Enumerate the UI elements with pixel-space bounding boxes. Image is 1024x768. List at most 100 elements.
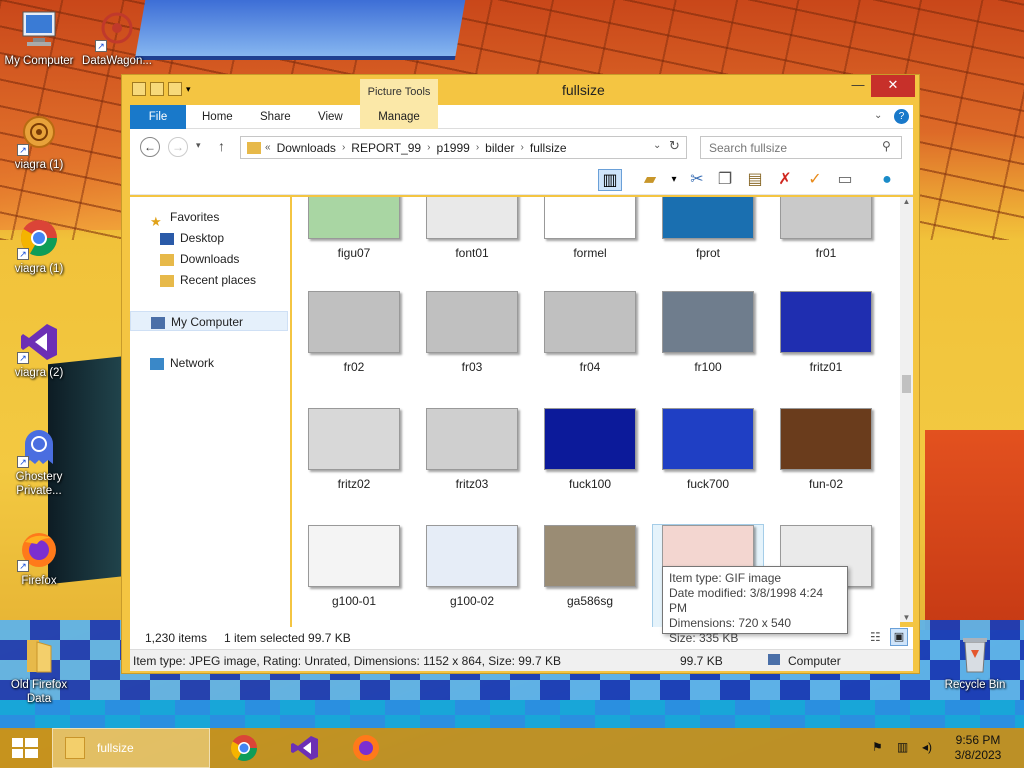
scrollbar-thumb[interactable] bbox=[902, 375, 911, 393]
search-input[interactable]: Search fullsize bbox=[700, 136, 902, 159]
breadcrumb-fullsize[interactable]: fullsize bbox=[530, 141, 567, 155]
delete-icon[interactable]: ✗ bbox=[773, 169, 797, 191]
help-icon[interactable]: ? bbox=[894, 109, 909, 124]
preview-pane-icon[interactable]: ▥ bbox=[598, 169, 622, 191]
network-status-icon[interactable]: ▥ bbox=[897, 740, 908, 754]
nav-favorites[interactable]: ★ Favorites bbox=[150, 207, 308, 229]
details-view-icon[interactable]: ☷ bbox=[870, 630, 881, 644]
breadcrumb-downloads[interactable]: Downloads bbox=[277, 141, 336, 155]
desktop-icon-old-firefox-data[interactable]: Old Firefox Data bbox=[0, 632, 78, 706]
file-item[interactable]: fritz02 bbox=[299, 408, 409, 491]
desktop-icon-label: Recycle Bin bbox=[944, 679, 1006, 691]
taskbar-chrome[interactable] bbox=[224, 728, 264, 768]
file-item[interactable]: fritz03 bbox=[417, 408, 527, 491]
vertical-scrollbar[interactable]: ▲ ▼ bbox=[900, 197, 913, 622]
desktop-icon-label: viagra (1) bbox=[14, 263, 64, 275]
taskbar-firefox[interactable] bbox=[346, 728, 386, 768]
visual-studio-icon: ↗ bbox=[17, 320, 61, 364]
address-field[interactable]: « Downloads › REPORT_99 › p1999 › bilder… bbox=[240, 136, 687, 159]
recent-locations-icon[interactable]: ▾ bbox=[196, 140, 201, 151]
desktop-icon-label: My Computer bbox=[4, 55, 74, 67]
nav-label: Desktop bbox=[180, 231, 225, 245]
desktop-icon-firefox[interactable]: ↗ Firefox bbox=[0, 528, 78, 588]
file-item[interactable]: fr04 bbox=[535, 291, 645, 374]
downloads-folder-icon bbox=[160, 253, 174, 266]
minimize-button[interactable]: — bbox=[843, 75, 873, 97]
desktop-icon-viagra-1[interactable]: ↗ viagra (1) bbox=[0, 112, 78, 172]
chevron-down-icon[interactable]: ▾ bbox=[186, 82, 196, 96]
desktop-icon-my-computer[interactable]: My Computer bbox=[0, 8, 78, 68]
file-name: ga586sg bbox=[566, 594, 614, 608]
nav-network[interactable]: Network bbox=[150, 353, 308, 373]
breadcrumb-report99[interactable]: REPORT_99 bbox=[351, 141, 421, 155]
file-thumbnail bbox=[426, 525, 518, 587]
file-item[interactable]: fprot bbox=[653, 197, 763, 260]
back-button[interactable]: ← bbox=[140, 137, 160, 157]
properties-icon[interactable] bbox=[150, 82, 164, 96]
title-bar[interactable]: ▾ fullsize — ☐ bbox=[122, 75, 919, 105]
new-folder-icon[interactable] bbox=[168, 82, 182, 96]
paste-icon[interactable]: ▤ bbox=[743, 169, 767, 191]
desktop-icon-viagra-2[interactable]: ↗ viagra (2) bbox=[0, 320, 78, 380]
rename-check-icon[interactable]: ✓ bbox=[803, 169, 827, 191]
up-arrow-icon[interactable]: ↑ bbox=[218, 138, 225, 154]
file-item[interactable]: fuck700 bbox=[653, 408, 763, 491]
start-button[interactable] bbox=[0, 728, 50, 768]
search-icon[interactable]: ⚲ bbox=[882, 139, 891, 153]
ribbon-expand-icon[interactable]: ⌄ bbox=[874, 110, 882, 121]
computer-icon bbox=[151, 316, 165, 329]
tab-file[interactable]: File bbox=[130, 105, 186, 129]
file-item[interactable]: formel bbox=[535, 197, 645, 260]
flag-icon[interactable]: ⚑ bbox=[872, 740, 883, 754]
cut-icon[interactable]: ✂ bbox=[685, 169, 709, 191]
tab-manage[interactable]: Manage bbox=[360, 105, 438, 129]
tab-share[interactable]: Share bbox=[260, 105, 291, 129]
file-name: formel bbox=[573, 246, 607, 260]
tab-view[interactable]: View bbox=[318, 105, 343, 129]
chevron-down-icon[interactable]: ▾ bbox=[662, 169, 686, 191]
file-thumbnail bbox=[544, 197, 636, 239]
file-item[interactable]: ga586sg bbox=[535, 525, 645, 608]
breadcrumb-p1999[interactable]: p1999 bbox=[436, 141, 469, 155]
quick-access-toolbar: ▾ bbox=[132, 82, 196, 96]
overflow-chevron-icon[interactable]: « bbox=[265, 142, 271, 153]
desktop-icon-datawagon[interactable]: ↗ DataWagon... bbox=[78, 8, 156, 68]
file-item[interactable]: fritz01 bbox=[771, 291, 881, 374]
desktop-icon-ghostery[interactable]: ↗ Ghostery Private... bbox=[0, 424, 78, 498]
taskbar-item-fullsize[interactable]: fullsize bbox=[52, 728, 210, 768]
folder-options-icon[interactable]: ▰ bbox=[638, 169, 662, 191]
desktop-icon-label: viagra (2) bbox=[14, 367, 64, 379]
chevron-down-icon[interactable]: ⌄ bbox=[653, 140, 661, 151]
clock[interactable]: 9:56 PM 3/8/2023 bbox=[948, 733, 1008, 763]
scroll-down-icon[interactable]: ▼ bbox=[900, 613, 913, 622]
file-item[interactable]: fr02 bbox=[299, 291, 409, 374]
file-item[interactable]: g100-02 bbox=[417, 525, 527, 608]
taskbar-visual-studio[interactable] bbox=[284, 728, 324, 768]
file-item[interactable]: fr100 bbox=[653, 291, 763, 374]
properties-icon[interactable]: ▭ bbox=[833, 169, 857, 191]
file-item[interactable]: g100-01 bbox=[299, 525, 409, 608]
scroll-up-icon[interactable]: ▲ bbox=[900, 197, 913, 206]
file-item[interactable]: font01 bbox=[417, 197, 527, 260]
file-item[interactable]: fun-02 bbox=[771, 408, 881, 491]
file-item[interactable]: figu07 bbox=[299, 197, 409, 260]
refresh-icon[interactable]: ↻ bbox=[669, 138, 680, 154]
large-icons-view-icon[interactable]: ▣ bbox=[890, 628, 908, 646]
ghostery-icon: ↗ bbox=[17, 424, 61, 468]
breadcrumb-bilder[interactable]: bilder bbox=[485, 141, 514, 155]
tab-home[interactable]: Home bbox=[202, 105, 233, 129]
file-item[interactable]: fr01 bbox=[771, 197, 881, 260]
desktop-icon-recycle-bin[interactable]: Recycle Bin bbox=[936, 632, 1014, 692]
file-name: fun-02 bbox=[808, 477, 844, 491]
desktop-icon-label: viagra (1) bbox=[14, 159, 64, 171]
file-item[interactable]: fuck100 bbox=[535, 408, 645, 491]
globe-icon[interactable]: ● bbox=[875, 169, 899, 191]
nav-my-computer[interactable]: My Computer bbox=[130, 311, 288, 331]
desktop-icon-viagra-1-chrome[interactable]: ↗ viagra (1) bbox=[0, 216, 78, 276]
close-button[interactable]: ✕ bbox=[871, 75, 915, 97]
chevron-right-icon: › bbox=[475, 142, 480, 153]
volume-icon[interactable]: ◂) bbox=[922, 740, 932, 754]
copy-icon[interactable]: ❐ bbox=[713, 169, 737, 191]
file-item[interactable]: fr03 bbox=[417, 291, 527, 374]
forward-button[interactable]: → bbox=[168, 137, 188, 157]
